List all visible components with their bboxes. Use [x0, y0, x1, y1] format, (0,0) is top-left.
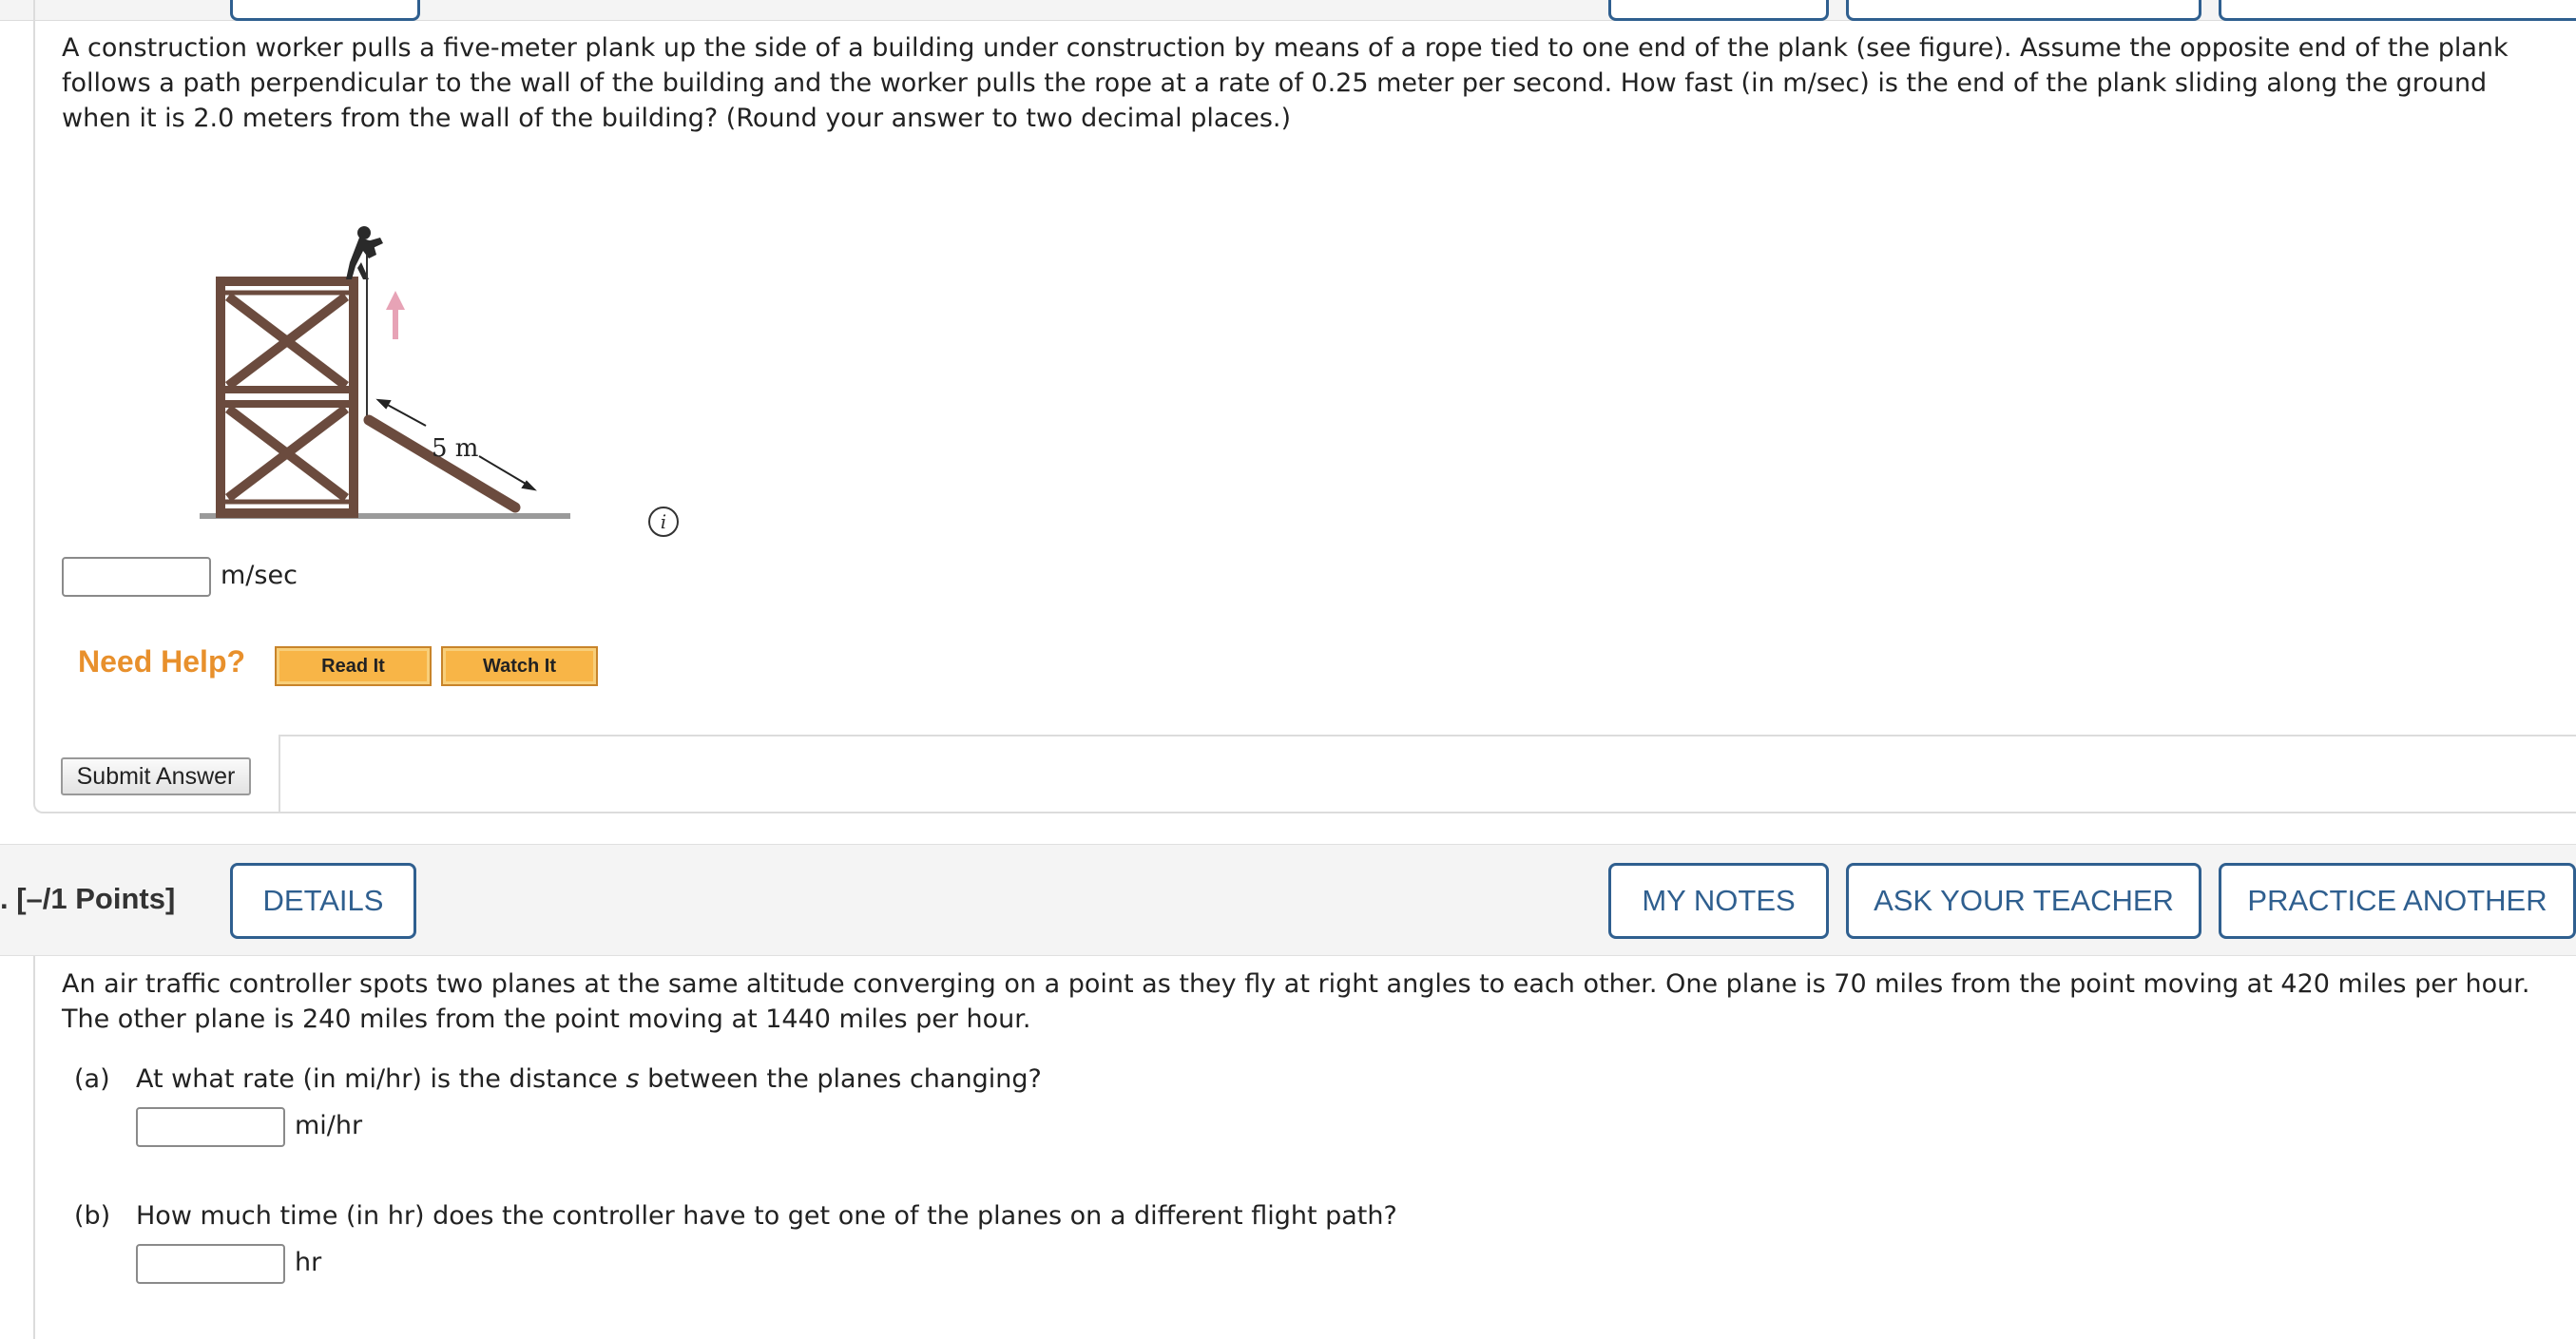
divider-line — [279, 735, 2576, 736]
need-help-label: Need Help? — [78, 644, 246, 679]
part-b-text: How much time (in hr) does the controlle… — [136, 1201, 1397, 1231]
answer-input-mi-per-hr[interactable] — [136, 1107, 285, 1147]
question-2-text: An air traffic controller spots two plan… — [62, 969, 2530, 1034]
answer-input-m-per-sec[interactable] — [62, 557, 211, 597]
part-b-label: (b) — [74, 1201, 111, 1231]
plank-length-label: 5 m — [432, 434, 478, 463]
submit-answer-button[interactable]: Submit Answer — [61, 757, 251, 795]
unit-label-mi-per-hr: mi/hr — [295, 1111, 363, 1140]
watch-it-button[interactable]: Watch It — [441, 646, 598, 686]
part-a-text-after: between the planes changing? — [639, 1064, 1042, 1094]
details-button[interactable]: DETAILS — [230, 863, 416, 939]
points-label: . [–/1 Points] — [0, 882, 176, 915]
question-1-text: A construction worker pulls a five-meter… — [62, 33, 2509, 133]
building-plank-figure: 5 m — [200, 226, 570, 519]
pull-up-arrow — [386, 291, 405, 339]
info-icon[interactable]: i — [648, 507, 679, 537]
part-a-label: (a) — [74, 1064, 110, 1094]
variable-s: s — [625, 1064, 640, 1094]
part-a-text-before: At what rate (in mi/hr) is the distance — [136, 1064, 626, 1094]
practice-another-button[interactable]: PRACTICE ANOTHER — [2219, 863, 2576, 939]
my-notes-button[interactable]: MY NOTES — [1608, 863, 1829, 939]
part-a-text: At what rate (in mi/hr) is the distance … — [136, 1064, 1042, 1094]
unit-label-hr: hr — [295, 1248, 322, 1277]
scaffold-frame — [216, 277, 358, 518]
ask-your-teacher-button[interactable]: ASK YOUR TEACHER — [1846, 863, 2201, 939]
worker-figure — [346, 226, 383, 279]
unit-label-m-per-sec: m/sec — [221, 561, 298, 590]
read-it-button[interactable]: Read It — [275, 646, 432, 686]
answer-input-hr[interactable] — [136, 1244, 285, 1284]
